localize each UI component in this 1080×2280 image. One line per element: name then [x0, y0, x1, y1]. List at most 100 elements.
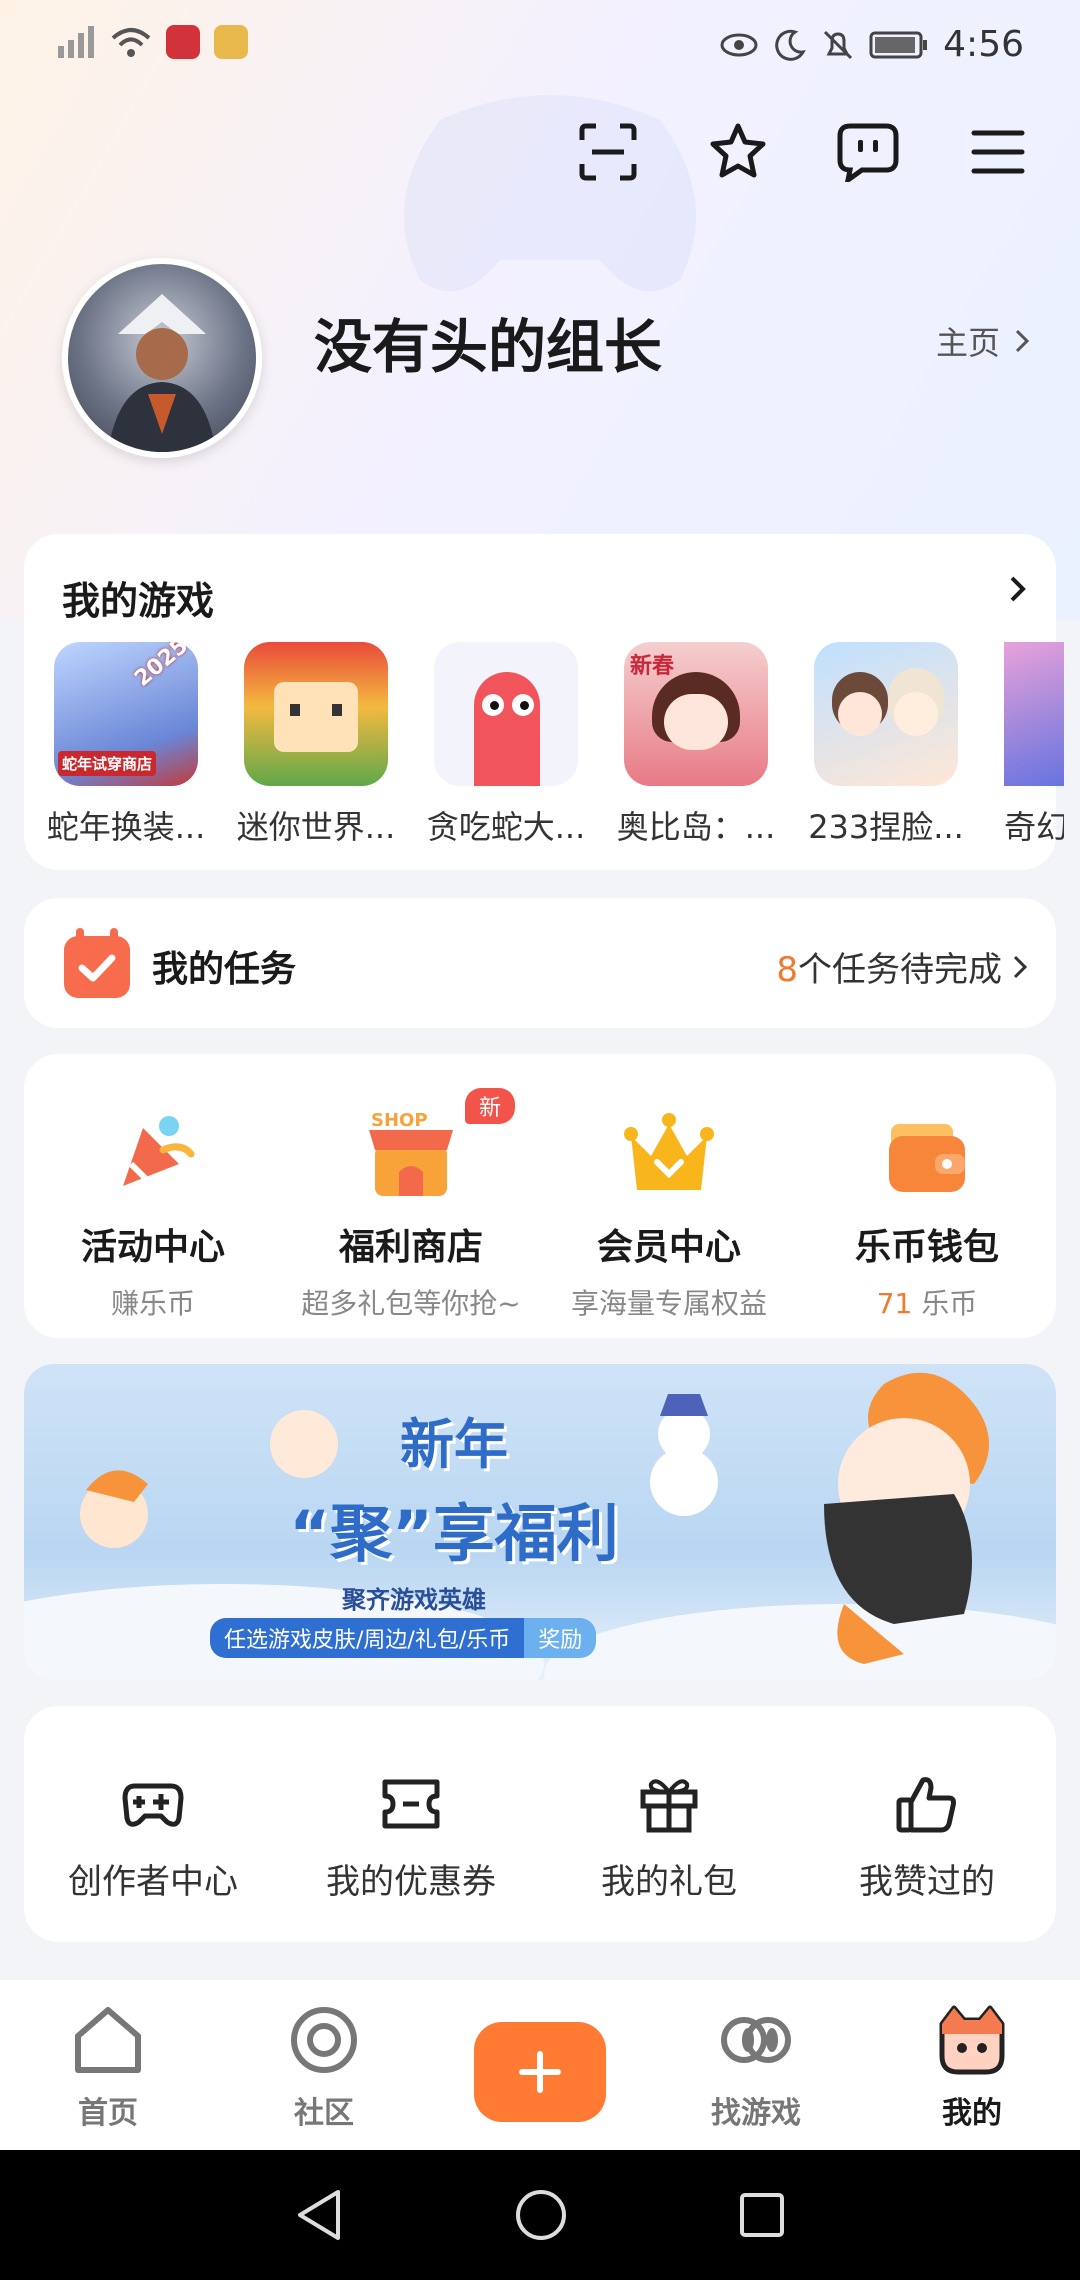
back-icon[interactable]	[294, 2188, 344, 2242]
eye-icon	[720, 33, 758, 56]
game-icon: 新春	[624, 642, 768, 786]
ticket-icon	[382, 1779, 440, 1829]
home-icon	[75, 2007, 141, 2073]
community-ring-icon	[291, 2007, 357, 2073]
chevron-right-icon[interactable]	[1008, 574, 1028, 604]
my-tasks-title: 我的任务	[152, 949, 297, 990]
coin-unit: 乐币	[921, 1287, 978, 1320]
creator-center[interactable]: 创作者中心	[24, 1772, 282, 1903]
game-name: 奇幻	[1004, 808, 1064, 846]
game-item[interactable]: 奇幻	[1004, 642, 1064, 848]
book-app-icon	[166, 25, 200, 59]
banner-subtitle: 聚齐游戏英雄	[342, 1586, 486, 1614]
my-coupons[interactable]: 我的优惠券	[282, 1772, 540, 1903]
banner-tagline: 任选游戏皮肤/周边/礼包/乐币 奖励	[210, 1618, 597, 1658]
tool-label: 创作者中心	[68, 1862, 238, 1902]
game-icon	[244, 642, 388, 786]
nav-me[interactable]: 我的	[864, 1980, 1080, 2150]
my-games-card: 我的游戏 2025 蛇年试穿商店 蛇年换装... 迷你世界... 贪吃蛇大...…	[24, 534, 1064, 870]
my-tasks-card[interactable]: 我的任务 8个任务待完成	[24, 898, 1056, 1028]
game-item[interactable]: 贪吃蛇大...	[427, 642, 585, 848]
my-games-title: 我的游戏	[62, 579, 215, 623]
game-icon	[814, 642, 958, 786]
shop-icon: SHOP 新	[363, 1088, 515, 1202]
system-navigation-bar	[0, 2150, 1080, 2280]
banner-headline: 新年 “聚”享福利	[244, 1400, 664, 1573]
game-item[interactable]: 2025 蛇年试穿商店 蛇年换装...	[47, 642, 205, 848]
game-name: 奥比岛：...	[616, 808, 776, 846]
thumbs-up-icon	[896, 1777, 956, 1833]
my-liked[interactable]: 我赞过的	[798, 1772, 1056, 1903]
homepage-label: 主页	[935, 324, 1000, 362]
task-count-number: 8	[776, 950, 798, 990]
gift-icon	[640, 1779, 698, 1833]
nav-home[interactable]: 首页	[0, 1980, 216, 2150]
nav-label: 找游戏	[711, 2096, 801, 2131]
tool-label: 我的礼包	[601, 1862, 737, 1902]
feature-subtitle: 超多礼包等你抢~	[301, 1287, 521, 1320]
cat-face-icon	[939, 2005, 1005, 2075]
binoculars-icon	[721, 2017, 791, 2063]
banner-headline-2: “聚”享福利	[289, 1497, 619, 1570]
nav-label: 我的	[942, 2096, 1002, 2131]
signal-icon	[58, 26, 94, 58]
feature-subtitle: 赚乐币	[110, 1287, 195, 1320]
homepage-link[interactable]: 主页	[936, 318, 1030, 364]
crown-icon	[624, 1113, 714, 1190]
nav-label: 社区	[294, 2096, 354, 2131]
nav-community[interactable]: 社区	[216, 1980, 432, 2150]
my-games-list: 2025 蛇年试穿商店 蛇年换装... 迷你世界... 贪吃蛇大... 新春 奥…	[47, 642, 1064, 848]
feature-title: 活动中心	[80, 1227, 225, 1268]
wallet-icon	[889, 1124, 965, 1192]
nav-label: 首页	[78, 2096, 138, 2131]
message-icon[interactable]	[836, 120, 900, 184]
nav-create[interactable]	[432, 1980, 648, 2150]
chevron-right-icon	[1013, 955, 1028, 978]
calendar-check-icon	[64, 928, 130, 998]
home-circle-icon[interactable]	[514, 2188, 568, 2242]
status-right: 4:56	[719, 24, 1024, 65]
feature-subtitle: 享海量专属权益	[570, 1287, 767, 1320]
game-name: 蛇年换装...	[46, 808, 206, 846]
feature-subtitle: 71 乐币	[877, 1282, 978, 1322]
game-item[interactable]: 迷你世界...	[237, 642, 395, 848]
pending-task-count: 8个任务待完成	[776, 942, 1028, 991]
add-button[interactable]	[474, 2022, 606, 2122]
game-name: 贪吃蛇大...	[426, 808, 586, 846]
avatar[interactable]	[62, 258, 262, 458]
party-popper-icon	[123, 1116, 195, 1186]
my-gift-packs[interactable]: 我的礼包	[540, 1772, 798, 1903]
new-badge: 新	[464, 1088, 515, 1124]
feature-title: 乐币钱包	[854, 1227, 999, 1268]
coin-balance: 71	[876, 1287, 913, 1320]
game-item[interactable]: 新春 奥比岛：...	[617, 642, 775, 848]
welfare-store[interactable]: SHOP 新 福利商店 超多礼包等你抢~	[282, 1088, 540, 1322]
nav-find-games[interactable]: 找游戏	[648, 1980, 864, 2150]
shop-sign: SHOP	[371, 1110, 428, 1131]
game-name: 233捏脸...	[808, 808, 964, 846]
features-card: 活动中心 赚乐币 SHOP 新 福利商店 超多礼包等你抢~ 会员中心 享海量专属…	[24, 1054, 1056, 1338]
game-icon	[434, 642, 578, 786]
status-time: 4:56	[943, 24, 1024, 65]
coin-wallet[interactable]: 乐币钱包 71 乐币	[798, 1106, 1056, 1322]
game-badge: 2025	[129, 642, 193, 692]
header-actions	[576, 120, 1030, 184]
game-item[interactable]: 233捏脸...	[808, 642, 964, 848]
badge-star-icon[interactable]	[706, 120, 770, 184]
plus-icon	[519, 2051, 561, 2093]
banner-tagline-end: 奖励	[524, 1618, 597, 1658]
menu-icon[interactable]	[966, 120, 1030, 184]
feature-title: 会员中心	[596, 1227, 741, 1268]
banner-headline-1: 新年	[400, 1413, 508, 1476]
activity-center[interactable]: 活动中心 赚乐币	[24, 1106, 282, 1322]
tools-row: 创作者中心 我的优惠券 我的礼包 我赞过的	[24, 1772, 1056, 1903]
bell-off-icon	[824, 30, 853, 59]
banner-tagline-text: 任选游戏皮肤/周边/礼包/乐币	[210, 1618, 525, 1658]
feature-title: 福利商店	[338, 1227, 483, 1268]
scan-icon[interactable]	[576, 120, 640, 184]
new-year-promo-banner[interactable]: 新年 “聚”享福利 聚齐游戏英雄 任选游戏皮肤/周边/礼包/乐币 奖励	[24, 1364, 1056, 1680]
game-name: 迷你世界...	[236, 808, 396, 846]
recent-apps-icon[interactable]	[738, 2191, 786, 2239]
task-count-suffix: 个任务待完成	[798, 950, 1002, 990]
member-center[interactable]: 会员中心 享海量专属权益	[540, 1106, 798, 1322]
